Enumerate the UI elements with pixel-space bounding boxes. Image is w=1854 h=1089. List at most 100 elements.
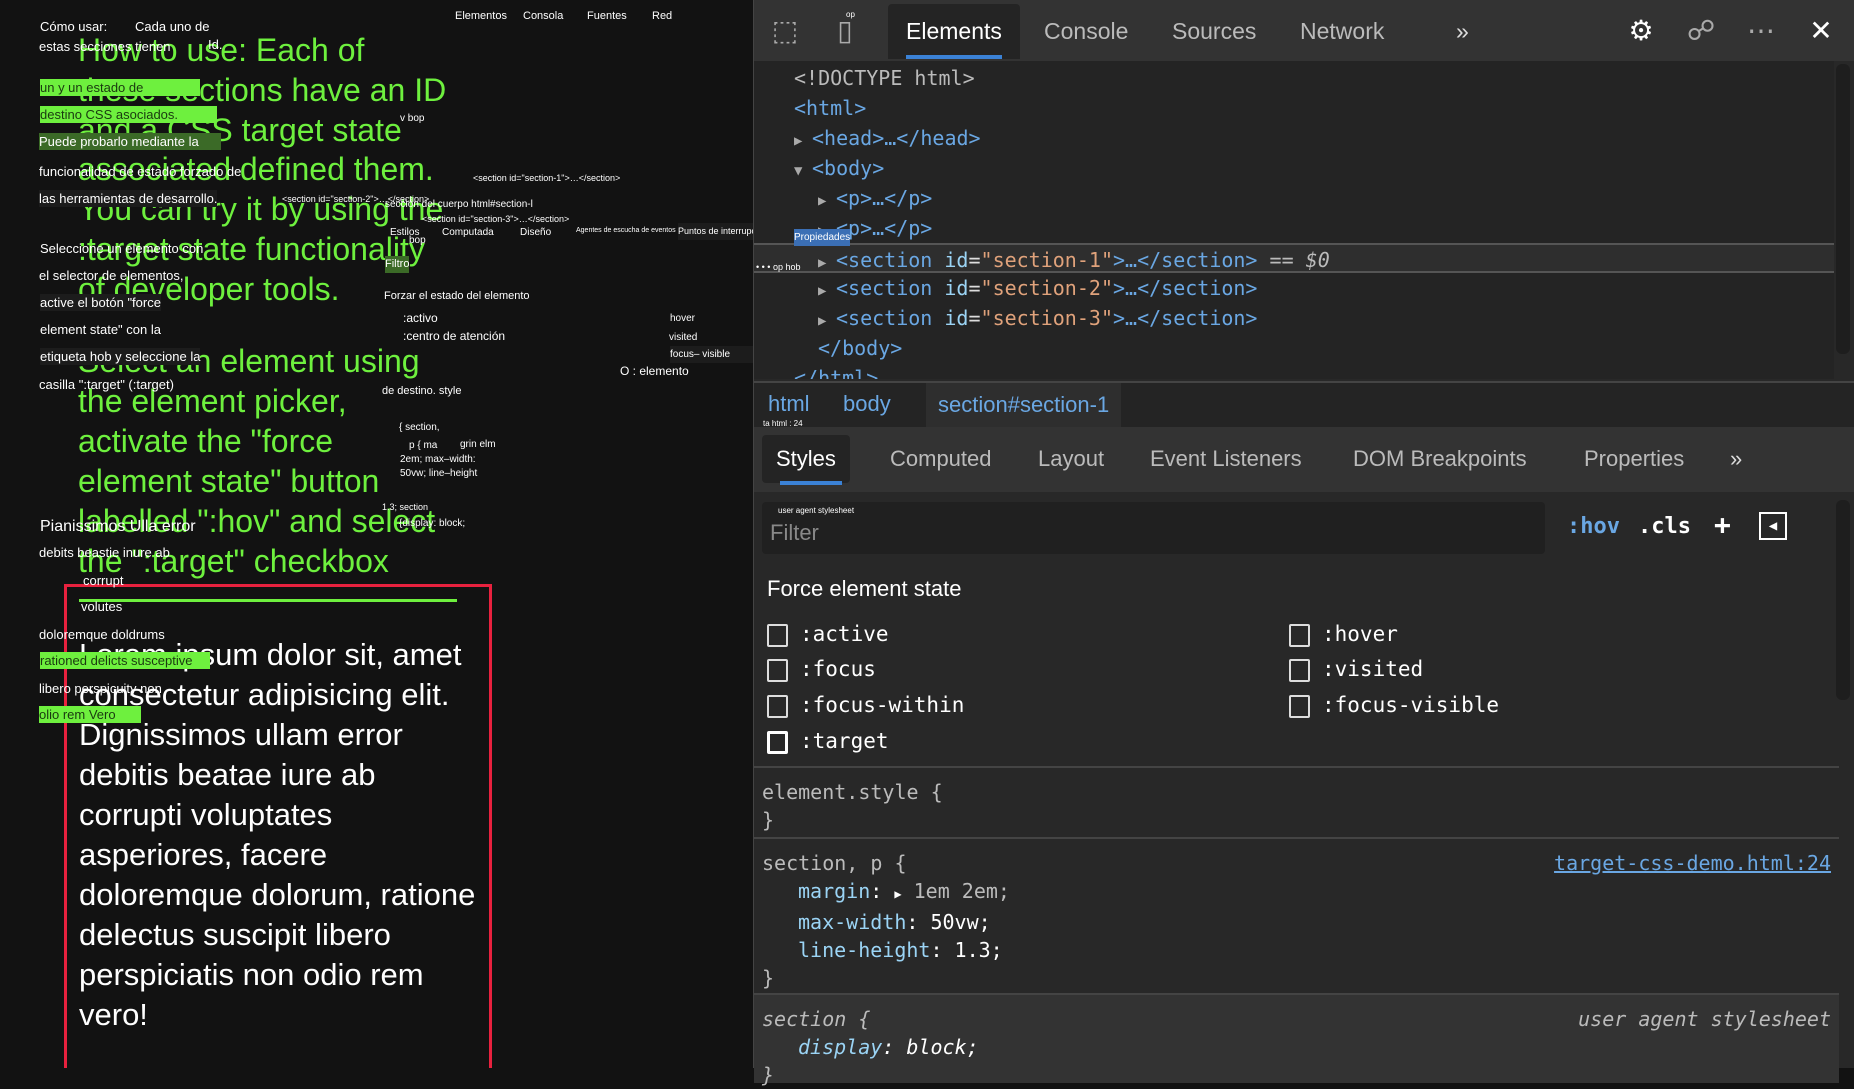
device-toolbar-icon[interactable]: ▯ xyxy=(828,14,862,48)
overlay-text: rationed delicts susceptive xyxy=(40,652,210,669)
checkbox-icon[interactable] xyxy=(1289,694,1310,718)
tab-elements[interactable]: Elements xyxy=(888,4,1020,59)
tab-properties[interactable]: Properties xyxy=(1570,435,1698,483)
overlay-text: Id. xyxy=(208,37,223,52)
section-id: section-2 xyxy=(992,276,1101,300)
prop-name: margin xyxy=(798,879,871,903)
tab-event-listeners[interactable]: Event Listeners xyxy=(1136,435,1316,483)
styles-subtabs: Styles Computed Layout Event Listeners D… xyxy=(754,427,1854,492)
filter-input[interactable]: Filter xyxy=(762,502,1545,554)
dom-node[interactable]: </body> xyxy=(754,333,1834,363)
overlay-text: :activo xyxy=(403,311,438,325)
css-property[interactable]: margin: ▶ 1em 2em; xyxy=(762,877,1831,908)
breadcrumb-section[interactable]: section#section-1 xyxy=(926,383,1122,427)
state-checkbox-target[interactable]: :target xyxy=(767,726,889,756)
overlay-text: Computada xyxy=(442,227,494,238)
checkbox-icon[interactable] xyxy=(1289,623,1310,647)
inspect-element-icon[interactable]: ⬚ xyxy=(768,14,802,48)
breadcrumb-html[interactable]: html xyxy=(768,391,810,417)
state-checkbox-focus-visible[interactable]: :focus-visible xyxy=(1289,690,1499,720)
section-id: section-1 xyxy=(992,248,1101,272)
state-checkbox-active[interactable]: :active xyxy=(767,619,889,649)
checkbox-icon[interactable] xyxy=(767,694,788,718)
state-checkbox-focus[interactable]: :focus xyxy=(767,654,876,684)
dom-node[interactable]: ▶ <section id="section-3">…</section> xyxy=(754,303,1834,333)
prop-name: max-width xyxy=(798,910,907,934)
prop-value[interactable]: 1em 2em; xyxy=(914,879,1010,903)
state-checkbox-visited[interactable]: :visited xyxy=(1289,654,1423,684)
tab-sources[interactable]: Sources xyxy=(1154,4,1274,59)
dom-node[interactable]: ▼ <body> xyxy=(754,153,1834,183)
gear-icon[interactable]: ⚙ xyxy=(1624,14,1658,48)
styles-scrollbar[interactable] xyxy=(1836,500,1850,700)
expand-triangle-icon[interactable]: ▶ xyxy=(818,276,836,306)
overlay-text: estas secciones tienen xyxy=(39,39,171,54)
dom-node[interactable]: <html> xyxy=(754,93,1834,123)
overlay-text: Propiedades xyxy=(794,229,851,246)
body-tag: <body> xyxy=(812,156,885,180)
expand-triangle-icon[interactable]: ▶ xyxy=(894,887,901,901)
tab-styles[interactable]: Styles xyxy=(762,435,850,485)
checkbox-icon[interactable] xyxy=(767,730,788,754)
overlay-text: { section, xyxy=(399,422,440,433)
state-checkbox-focus-within[interactable]: :focus-within xyxy=(767,690,964,720)
prop-value[interactable]: 50vw; xyxy=(930,910,990,934)
dom-node[interactable]: ▶ <section id="section-2">…</section> xyxy=(754,273,1834,303)
dom-node-selected[interactable]: ▶ <section id="section-1">…</section> == … xyxy=(754,243,1834,273)
close-icon[interactable]: ✕ xyxy=(1804,14,1838,48)
state-checkbox-hover[interactable]: :hover xyxy=(1289,619,1398,649)
toggle-sidebar-icon[interactable]: ◀ xyxy=(1759,512,1787,540)
css-property[interactable]: max-width: 50vw; xyxy=(762,908,1831,936)
dom-node[interactable]: ▶<p>…</p> xyxy=(754,213,1834,243)
more-tabs-button[interactable]: » xyxy=(1438,4,1487,59)
divider xyxy=(79,599,457,602)
rule-section-p[interactable]: section, p { target-css-demo.html:24 mar… xyxy=(754,837,1839,994)
checkbox-icon[interactable] xyxy=(767,623,788,647)
collapse-triangle-icon[interactable]: ▼ xyxy=(794,156,812,186)
prop-value[interactable]: 1.3; xyxy=(955,938,1003,962)
tab-network[interactable]: Network xyxy=(1282,4,1402,59)
section-tag: <section xyxy=(836,276,933,300)
css-property[interactable]: line-height: 1.3; xyxy=(762,936,1831,964)
expand-triangle-icon[interactable]: ▶ xyxy=(818,186,836,216)
overlay-text: visited xyxy=(669,332,698,343)
prop-name: display xyxy=(798,1035,883,1059)
devtools-panel: ⬚ ▯ op Elements Console Sources Network … xyxy=(753,0,1854,1087)
more-subtabs-button[interactable]: » xyxy=(1716,435,1756,483)
tab-console[interactable]: Console xyxy=(1026,4,1146,59)
overlay-text: el selector de elementos, xyxy=(39,268,184,283)
overlay-text: v bop xyxy=(400,113,425,124)
overlay-text: hover xyxy=(670,313,696,324)
overlay-text: Seleccione un elemento con xyxy=(40,241,204,256)
rule-close: } xyxy=(762,808,775,832)
expand-triangle-icon[interactable]: ▶ xyxy=(794,126,812,156)
tab-dom-breakpoints[interactable]: DOM Breakpoints xyxy=(1339,435,1541,483)
attr-name: id xyxy=(944,306,969,330)
dom-node[interactable]: </html> xyxy=(754,363,1834,379)
rule-element-style[interactable]: element.style { } xyxy=(754,766,1839,838)
dom-node[interactable]: <!DOCTYPE html> xyxy=(754,63,1834,93)
rule-close: } xyxy=(762,966,775,990)
dom-node[interactable]: ▶ <head>…</head> xyxy=(754,123,1834,153)
checkbox-icon[interactable] xyxy=(1289,658,1310,682)
dom-scrollbar[interactable] xyxy=(1836,64,1850,354)
rule-section-user-agent[interactable]: section { user agent stylesheet display:… xyxy=(754,993,1839,1087)
more-options-icon[interactable]: ⋯ xyxy=(1744,14,1778,48)
breadcrumb-body[interactable]: body xyxy=(843,391,891,417)
new-rule-button[interactable]: + xyxy=(1714,508,1731,541)
feedback-icon[interactable]: ☍ xyxy=(1684,14,1718,48)
overlay-text: user agent stylesheet xyxy=(778,506,855,515)
checkbox-icon[interactable] xyxy=(767,658,788,682)
dom-node[interactable]: ▶<p>…</p> xyxy=(754,183,1834,213)
rule-source-link[interactable]: target-css-demo.html:24 xyxy=(1554,849,1831,877)
section-close: >…</section> xyxy=(1112,248,1258,272)
rule-selector: element.style { xyxy=(762,780,943,804)
styles-pane: Filter user agent stylesheet :hov .cls +… xyxy=(754,492,1854,1087)
tab-computed[interactable]: Computed xyxy=(876,435,1006,483)
expand-triangle-icon[interactable]: ▶ xyxy=(818,306,836,336)
state-label: :focus xyxy=(800,657,876,681)
hov-button[interactable]: :hov xyxy=(1567,514,1620,539)
tab-layout[interactable]: Layout xyxy=(1024,435,1118,483)
cls-button[interactable]: .cls xyxy=(1638,514,1691,539)
heading-line: activate the "force xyxy=(78,423,334,459)
